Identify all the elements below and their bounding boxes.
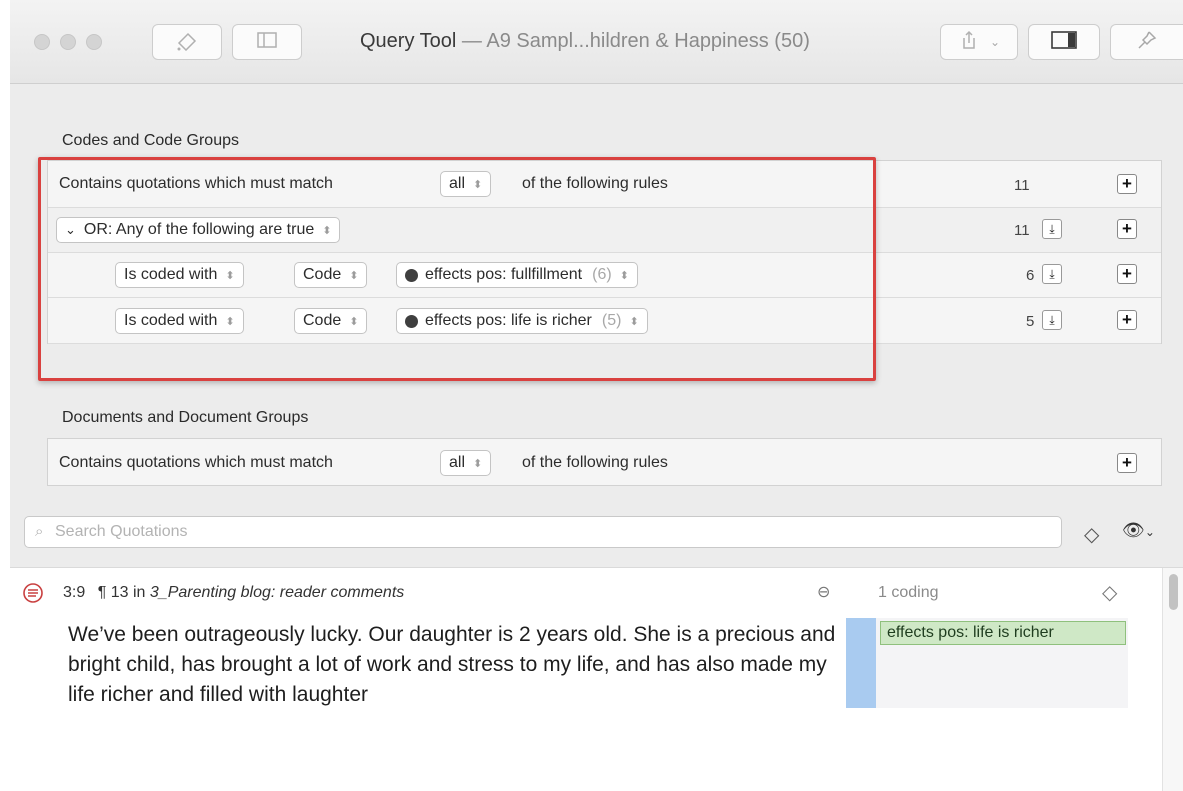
export-results-button[interactable]: ⤓ — [1042, 310, 1062, 330]
download-icon: ⤓ — [1049, 267, 1055, 281]
close-window-button[interactable] — [34, 34, 50, 50]
window-title-sub: — A9 Sampl...hildren & Happiness (50) — [461, 30, 810, 52]
plus-icon: + — [1122, 310, 1132, 329]
share-icon — [958, 29, 980, 56]
codes-section-title: Codes and Code Groups — [62, 132, 239, 149]
code-chip[interactable]: effects pos: life is richer — [880, 621, 1126, 645]
chevron-down-icon: ⌄ — [989, 35, 1001, 49]
view-options-button[interactable]: 👁⌄ — [1122, 520, 1155, 541]
scroll-thumb[interactable] — [1169, 574, 1178, 610]
add-rule-button[interactable]: + — [1117, 310, 1137, 330]
add-rule-button[interactable]: + — [1117, 219, 1137, 239]
quotation-results-list: 3:9 ¶ 13 in 3_Parenting blog: reader com… — [10, 567, 1183, 791]
quotation-text: We’ve been outrageously lucky. Our daugh… — [68, 623, 836, 706]
plus-icon: + — [1122, 219, 1132, 238]
documents-rules-panel: Contains quotations which must match all… — [47, 438, 1162, 486]
tag-filter-icon[interactable]: ◇ — [1084, 522, 1099, 547]
window-title: Query Tool — A9 Sampl...hildren & Happin… — [360, 30, 810, 53]
add-rule-button[interactable]: + — [1117, 264, 1137, 284]
quotation-document: 3_Parenting blog: reader comments — [149, 584, 405, 601]
window-title-main: Query Tool — [360, 30, 457, 52]
documents-section-title: Documents and Document Groups — [62, 409, 309, 426]
toggle-sidebar-button[interactable] — [232, 24, 302, 60]
chevron-down-icon: ⌄ — [1144, 525, 1155, 539]
clear-query-button[interactable] — [152, 24, 222, 60]
search-input[interactable] — [55, 521, 1045, 543]
plus-icon: + — [1122, 264, 1132, 283]
quotation-header: 3:9 ¶ 13 in 3_Parenting blog: reader com… — [63, 584, 404, 602]
search-quotations-field[interactable]: ⌕ — [24, 516, 1062, 548]
eraser-icon — [174, 29, 200, 56]
rule-count: 5 — [1026, 313, 1035, 330]
quotation-paragraph: ¶ 13 in — [97, 584, 146, 601]
add-rule-button[interactable]: + — [1117, 174, 1137, 194]
zoom-window-button[interactable] — [86, 34, 102, 50]
download-icon: ⤓ — [1049, 313, 1055, 327]
add-rule-button[interactable]: + — [1117, 453, 1137, 473]
inspector-icon — [1050, 30, 1078, 55]
pin-icon — [1136, 29, 1158, 56]
plus-icon: + — [1122, 453, 1132, 472]
toggle-inspector-button[interactable] — [1028, 24, 1100, 60]
plus-icon: + — [1122, 174, 1132, 193]
tag-icon[interactable]: ◇ — [1102, 580, 1117, 605]
go-to-quotation-icon[interactable]: ⊖ — [817, 582, 830, 602]
or-group-count: 11 — [1014, 222, 1030, 239]
export-results-button[interactable]: ⤓ — [1042, 264, 1062, 284]
minimize-window-button[interactable] — [60, 34, 76, 50]
eye-icon: 👁 — [1122, 520, 1145, 540]
coding-count: 1 coding — [878, 584, 939, 601]
download-icon: ⤓ — [1049, 222, 1055, 236]
sidebar-icon — [256, 31, 278, 54]
root-count: 11 — [1014, 177, 1030, 194]
quotation-icon — [22, 582, 44, 609]
search-icon: ⌕ — [35, 523, 44, 540]
window-titlebar: Query Tool — A9 Sampl...hildren & Happin… — [10, 0, 1183, 84]
match-mode-value: all — [449, 454, 466, 471]
highlight-annotation — [38, 157, 876, 381]
results-scrollbar[interactable] — [1162, 568, 1183, 791]
popup-arrows-icon: ⬍ — [473, 457, 483, 470]
match-suffix-label: of the following rules — [522, 454, 668, 471]
coding-margin-bar — [846, 618, 876, 708]
quotation-id: 3:9 — [63, 584, 86, 601]
export-results-button[interactable]: ⤓ — [1042, 219, 1062, 239]
match-mode-popup[interactable]: all ⬍ — [440, 450, 492, 476]
share-menu-button[interactable]: ⌄ — [940, 24, 1018, 60]
match-prefix-label: Contains quotations which must match — [59, 454, 333, 471]
pin-button[interactable] — [1110, 24, 1183, 60]
rule-count: 6 — [1026, 267, 1035, 284]
